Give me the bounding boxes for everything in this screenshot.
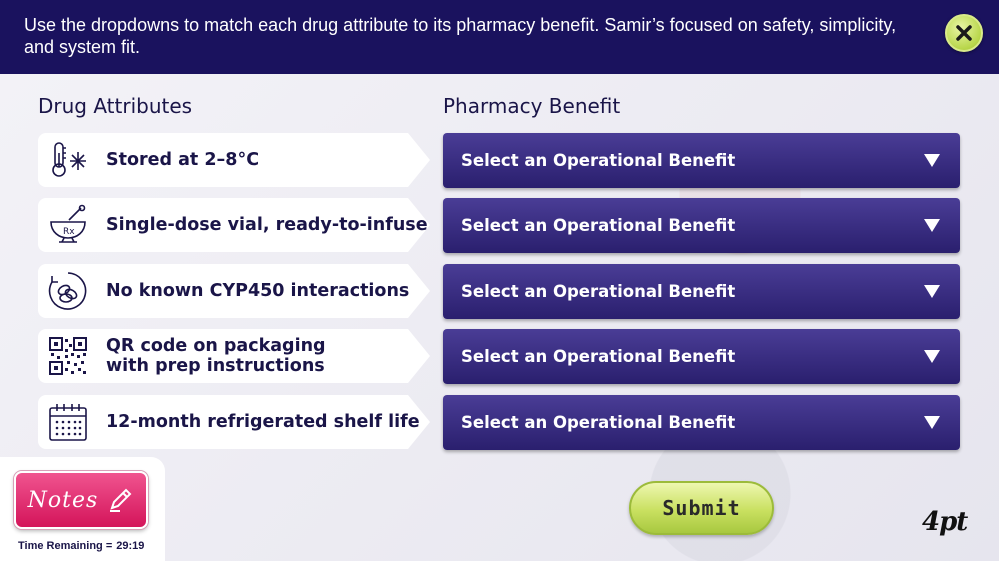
- mortar-pestle-icon: Rx: [38, 198, 98, 252]
- instruction-header: Use the dropdowns to match each drug att…: [0, 0, 999, 74]
- attribute-row-vial: Rx Single-dose vial, ready-to-infuse: [38, 198, 430, 252]
- notes-button[interactable]: Notes: [14, 471, 148, 529]
- attribute-label: 12-month refrigerated shelf life: [106, 412, 420, 432]
- benefit-dropdown-2[interactable]: Select an Operational Benefit: [443, 198, 960, 253]
- dropdown-value: Select an Operational Benefit: [461, 413, 736, 432]
- timer-value: 29:19: [116, 540, 145, 552]
- timer-label: Time Remaining =: [18, 540, 113, 552]
- attribute-row-cyp450: No known CYP450 interactions: [38, 264, 430, 318]
- attribute-label: Single-dose vial, ready-to-infuse: [106, 215, 428, 235]
- notes-label: Notes: [27, 487, 99, 513]
- attribute-row-storage: Stored at 2–8°C: [38, 133, 430, 187]
- dropdown-arrow-icon: [924, 416, 940, 429]
- submit-label: Submit: [662, 496, 741, 520]
- drug-attributes-heading: Drug Attributes: [38, 94, 193, 118]
- dropdown-arrow-icon: [924, 285, 940, 298]
- attribute-label: QR code on packaging with prep instructi…: [106, 336, 326, 376]
- pencil-icon: [110, 488, 132, 512]
- attribute-row-qr: QR code on packaging with prep instructi…: [38, 329, 430, 383]
- brand-logo: 4pt: [922, 507, 968, 537]
- dropdown-value: Select an Operational Benefit: [461, 216, 736, 235]
- dropdown-value: Select an Operational Benefit: [461, 282, 736, 301]
- calendar-icon: [38, 395, 98, 449]
- attribute-label: Stored at 2–8°C: [106, 150, 260, 170]
- submit-button[interactable]: Submit: [629, 481, 774, 535]
- benefit-dropdown-5[interactable]: Select an Operational Benefit: [443, 395, 960, 450]
- dropdown-value: Select an Operational Benefit: [461, 347, 736, 366]
- dropdown-arrow-icon: [924, 350, 940, 363]
- pharmacy-benefit-heading: Pharmacy Benefit: [443, 94, 621, 118]
- instruction-text: Use the dropdowns to match each drug att…: [24, 15, 897, 57]
- benefit-dropdown-1[interactable]: Select an Operational Benefit: [443, 133, 960, 188]
- dropdown-arrow-icon: [924, 154, 940, 167]
- time-remaining: Time Remaining = 29:19: [18, 540, 144, 552]
- close-x-icon: [956, 25, 972, 41]
- benefit-dropdown-4[interactable]: Select an Operational Benefit: [443, 329, 960, 384]
- close-button[interactable]: [945, 14, 983, 52]
- attribute-label: No known CYP450 interactions: [106, 281, 410, 301]
- attribute-row-shelf-life: 12-month refrigerated shelf life: [38, 395, 430, 449]
- qr-code-icon: [38, 329, 98, 383]
- dropdown-value: Select an Operational Benefit: [461, 151, 736, 170]
- svg-text:Rx: Rx: [63, 227, 75, 237]
- thermometer-snowflake-icon: [38, 133, 98, 187]
- benefit-dropdown-3[interactable]: Select an Operational Benefit: [443, 264, 960, 319]
- dropdown-arrow-icon: [924, 219, 940, 232]
- pill-cycle-icon: [38, 264, 98, 318]
